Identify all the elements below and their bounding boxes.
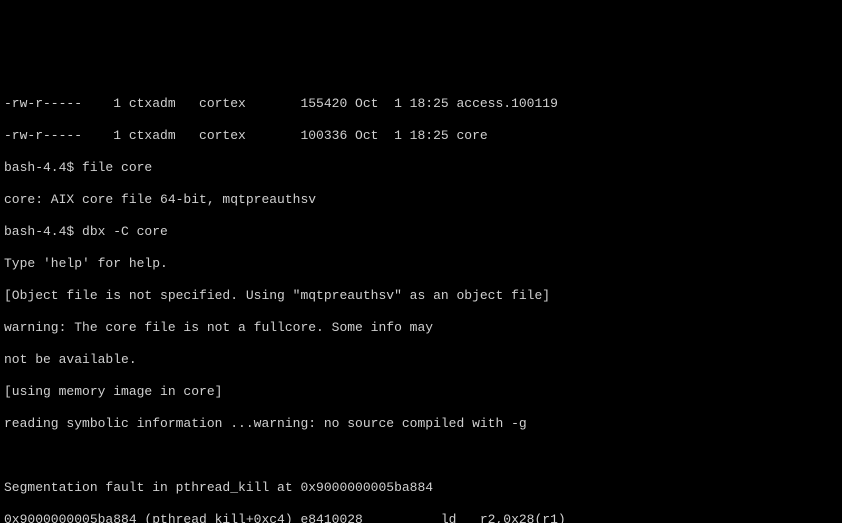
terminal-line: reading symbolic information ...warning:… [4, 416, 838, 432]
terminal-line: Type 'help' for help. [4, 256, 838, 272]
terminal-window[interactable]: -rw-r----- 1 ctxadm cortex 155420 Oct 1 … [0, 80, 842, 523]
terminal-line: core: AIX core file 64-bit, mqtpreauthsv [4, 192, 838, 208]
terminal-line: -rw-r----- 1 ctxadm cortex 155420 Oct 1 … [4, 96, 838, 112]
terminal-line: bash-4.4$ file core [4, 160, 838, 176]
terminal-line: 0x9000000005ba884 (pthread_kill+0xc4) e8… [4, 512, 838, 523]
terminal-line: warning: The core file is not a fullcore… [4, 320, 838, 336]
terminal-line: [using memory image in core] [4, 384, 838, 400]
terminal-line: -rw-r----- 1 ctxadm cortex 100336 Oct 1 … [4, 128, 838, 144]
terminal-line: [Object file is not specified. Using "mq… [4, 288, 838, 304]
terminal-line: not be available. [4, 352, 838, 368]
terminal-line: bash-4.4$ dbx -C core [4, 224, 838, 240]
terminal-line: Segmentation fault in pthread_kill at 0x… [4, 480, 838, 496]
